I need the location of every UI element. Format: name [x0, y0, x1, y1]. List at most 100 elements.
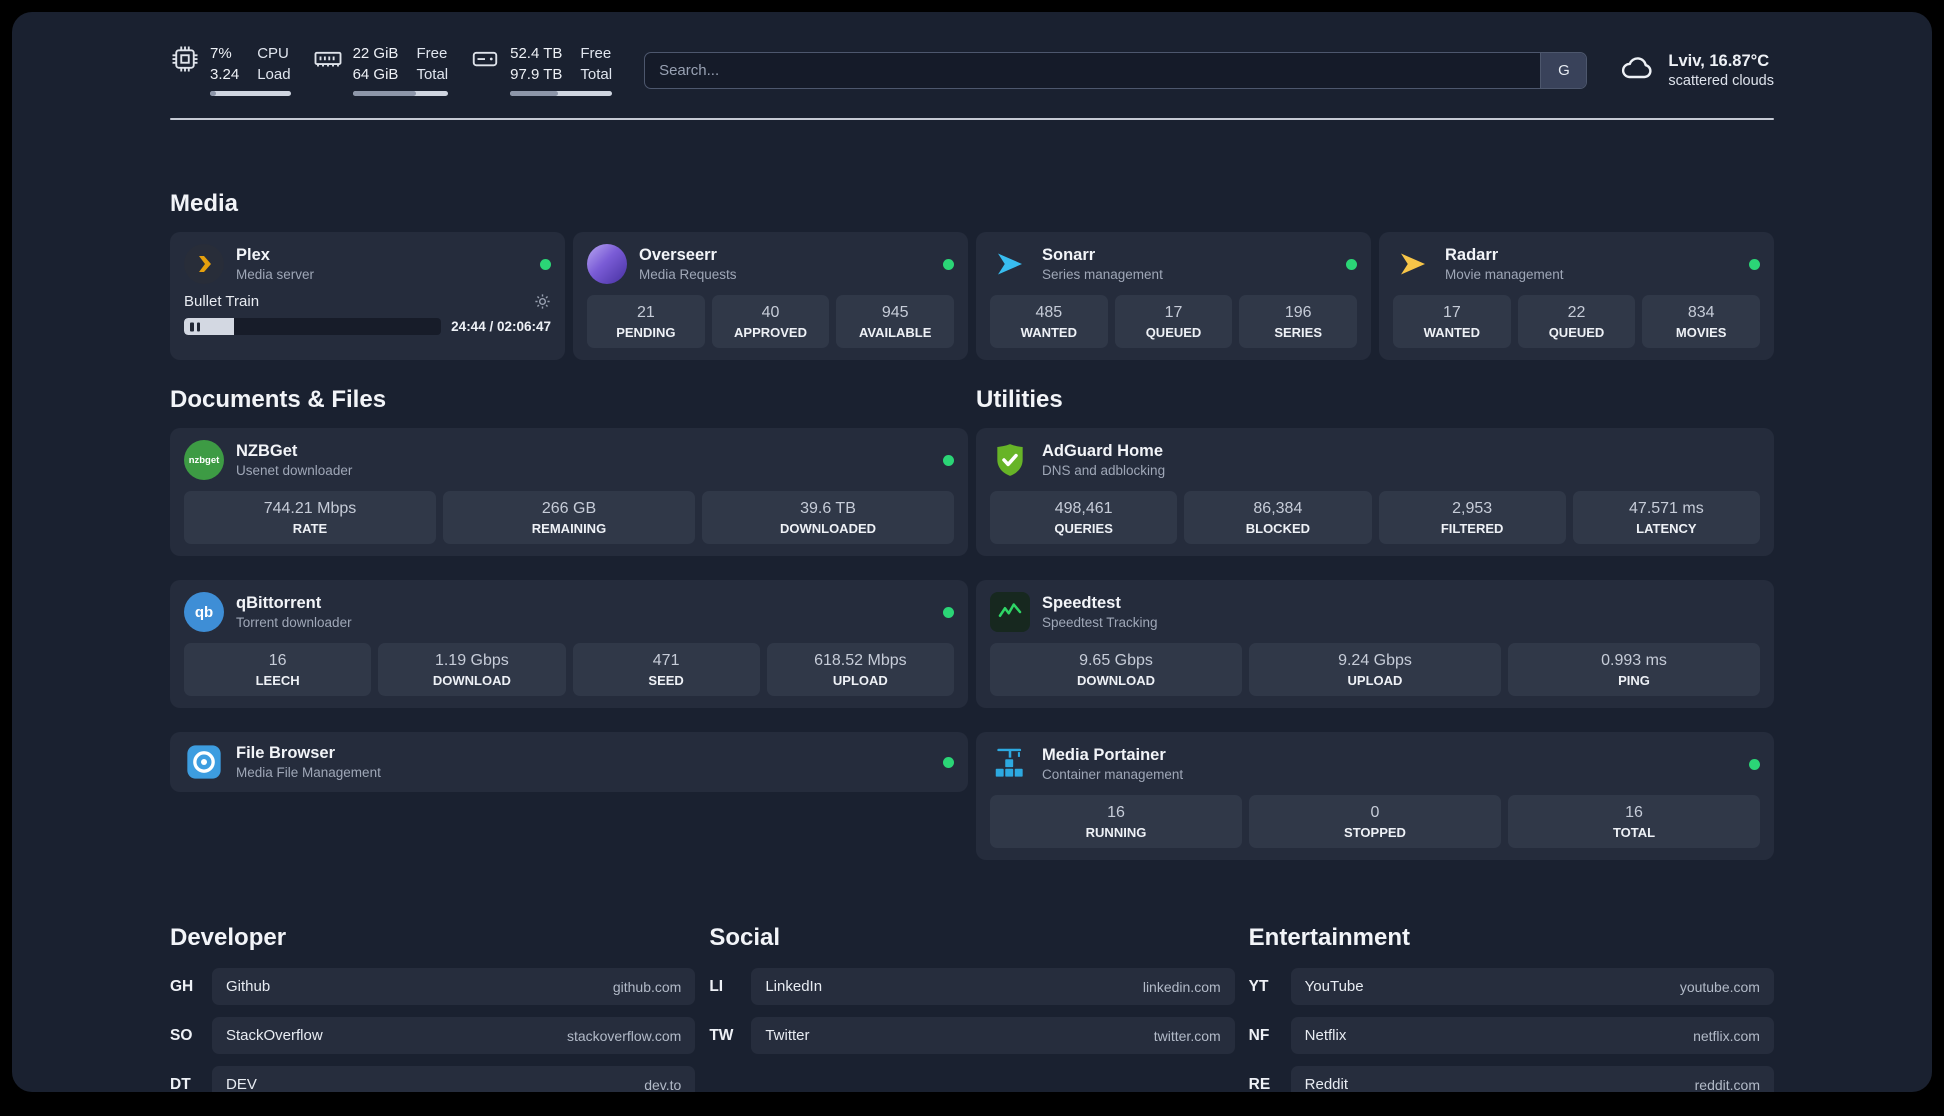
app-name: Media Portainer: [1042, 745, 1166, 764]
weather-location: Lviv, 16.87°C: [1668, 51, 1770, 70]
app-card-nzbget[interactable]: nzbget NZBGet Usenet downloader 744.21 M…: [170, 428, 968, 556]
app-card-sonarr[interactable]: Sonarr Series management 485 WANTED 17 Q…: [976, 232, 1371, 360]
stat-tile-running: 16 RUNNING: [990, 795, 1242, 848]
stat-tile-series: 196 SERIES: [1239, 295, 1358, 348]
stat-tile-latency: 47.571 ms LATENCY: [1572, 491, 1760, 544]
bookmark-code: NF: [1248, 1026, 1270, 1044]
cloud-icon: [1619, 50, 1655, 91]
disk-total-label: Total: [580, 65, 613, 83]
search-input[interactable]: [645, 61, 1541, 79]
section-title-media: Media: [170, 190, 239, 217]
radarr-icon: [1393, 244, 1433, 284]
app-card-speedtest[interactable]: Speedtest Speedtest Tracking 9.65 Gbps D…: [976, 580, 1774, 708]
section-utilities: Utilities AdGuard Home DNS and adblockin…: [976, 386, 1774, 860]
ram-usage-fill: [352, 90, 416, 96]
app-subtitle: Media Requests: [639, 267, 737, 283]
bookmark-dev[interactable]: DEV dev.to: [212, 1066, 696, 1092]
app-card-adguard[interactable]: AdGuard Home DNS and adblocking 498,461 …: [976, 428, 1774, 556]
app-name: NZBGet: [236, 441, 298, 460]
status-dot: [1346, 258, 1357, 270]
stat-tile-queries: 498,461 QUERIES: [990, 491, 1178, 544]
cpu-percent: 7%: [210, 45, 232, 63]
disk-free-value: 52.4 TB: [510, 45, 563, 63]
app-card-plex[interactable]: Plex Media server Bullet Train 24:44 / 0…: [170, 232, 565, 360]
section-media: Media Plex Media server Bullet Train 24:…: [170, 190, 1774, 360]
app-card-filebrowser[interactable]: File Browser Media File Management: [170, 732, 968, 792]
bookmark-github[interactable]: Github github.com: [212, 968, 696, 1005]
stat-tile-downloaded: 39.6 TB DOWNLOADED: [702, 491, 954, 544]
bookmark-group-developer: Developer GH Github github.com SO StackO…: [170, 924, 696, 1093]
bookmark-group-social: Social LI LinkedIn linkedin.com TW Twitt…: [709, 924, 1235, 1066]
speedtest-icon: [990, 592, 1030, 632]
stat-tile-stopped: 0 STOPPED: [1249, 795, 1501, 848]
bookmark-group-entertainment: Entertainment YT YouTube youtube.com NF …: [1249, 924, 1774, 1092]
weather-widget: Lviv, 16.87°C scattered clouds: [1619, 50, 1774, 91]
bookmark-code: YT: [1248, 977, 1269, 995]
stat-tile-wanted: 17 WANTED: [1393, 295, 1511, 348]
stat-tile-rate: 744.21 Mbps RATE: [184, 491, 436, 544]
stat-tile-queued: 22 QUEUED: [1517, 295, 1636, 348]
app-name: Sonarr: [1042, 245, 1096, 264]
ram-icon: [313, 44, 343, 74]
bookmark-stackoverflow[interactable]: StackOverflow stackoverflow.com: [212, 1017, 696, 1054]
bookmark-linkedin[interactable]: LinkedIn linkedin.com: [751, 968, 1235, 1005]
stat-tile-available: 945 AVAILABLE: [836, 295, 955, 348]
system-monitor-group: 7% 3.24 CPU Load 22 GiB 64 GiB Free Tota…: [170, 44, 613, 96]
cpu-load-value: 3.24: [210, 65, 240, 83]
app-card-portainer[interactable]: Media Portainer Container management 16 …: [976, 732, 1774, 860]
search-engine-button[interactable]: G: [1540, 52, 1587, 88]
stat-tile-queued: 17 QUEUED: [1114, 295, 1233, 348]
cpu-label: CPU: [257, 45, 289, 63]
app-subtitle: Torrent downloader: [236, 615, 352, 631]
disk-usage-bar: [510, 90, 613, 96]
gear-icon[interactable]: [534, 293, 551, 310]
status-dot: [943, 454, 954, 466]
ram-total-label: Total: [416, 65, 449, 83]
stat-tile-filtered: 2,953 FILTERED: [1378, 491, 1566, 544]
cpu-monitor: 7% 3.24 CPU Load: [170, 44, 291, 96]
adguard-icon: [990, 440, 1030, 480]
app-card-overseerr[interactable]: Overseerr Media Requests 21 PENDING 40 A…: [573, 232, 968, 360]
disk-free-label: Free: [580, 45, 612, 63]
ram-free-label: Free: [416, 45, 448, 63]
ram-total-value: 64 GiB: [352, 65, 399, 83]
bookmark-netflix[interactable]: Netflix netflix.com: [1290, 1017, 1774, 1054]
disk-icon: [470, 44, 500, 74]
dashboard-panel: 7% 3.24 CPU Load 22 GiB 64 GiB Free Tota…: [12, 12, 1932, 1092]
app-name: File Browser: [236, 743, 336, 762]
bookmark-youtube[interactable]: YouTube youtube.com: [1290, 968, 1774, 1005]
app-name: AdGuard Home: [1042, 441, 1164, 460]
stat-tile-approved: 40 APPROVED: [711, 295, 830, 348]
stat-tile-pending: 21 PENDING: [587, 295, 705, 348]
bookmark-code: RE: [1248, 1075, 1271, 1093]
stat-tile-download: 1.19 Gbps DOWNLOAD: [378, 643, 566, 696]
disk-total-value: 97.9 TB: [510, 65, 563, 83]
app-subtitle: Media server: [236, 267, 315, 283]
app-card-radarr[interactable]: Radarr Movie management 17 WANTED 22 QUE…: [1379, 232, 1774, 360]
bookmark-reddit[interactable]: Reddit reddit.com: [1290, 1066, 1774, 1092]
stat-tile-blocked: 86,384 BLOCKED: [1184, 491, 1372, 544]
app-name: qBittorrent: [236, 593, 322, 612]
stat-tile-ping: 0.993 ms PING: [1508, 643, 1760, 696]
disk-monitor: 52.4 TB 97.9 TB Free Total: [470, 44, 613, 96]
filebrowser-icon: [184, 742, 224, 782]
pause-icon[interactable]: [190, 322, 200, 331]
bookmark-code: SO: [170, 1026, 193, 1044]
cpu-icon: [170, 44, 200, 74]
stat-tile-wanted: 485 WANTED: [990, 295, 1108, 348]
stat-tile-total: 16 TOTAL: [1508, 795, 1760, 848]
ram-monitor: 22 GiB 64 GiB Free Total: [313, 44, 449, 96]
sonarr-icon: [990, 244, 1030, 284]
bookmark-code: DT: [170, 1075, 191, 1093]
search-bar: G: [644, 51, 1588, 89]
stat-tile-movies: 834 MOVIES: [1642, 295, 1761, 348]
playback-progress-bar: [184, 318, 442, 335]
stat-tile-download: 9.65 Gbps DOWNLOAD: [990, 643, 1242, 696]
bookmark-twitter[interactable]: Twitter twitter.com: [751, 1017, 1235, 1054]
section-documents: Documents & Files nzbget NZBGet Usenet d…: [170, 386, 968, 792]
now-playing-title: Bullet Train: [184, 293, 260, 310]
app-card-qbittorrent[interactable]: qb qBittorrent Torrent downloader 16 LEE…: [170, 580, 968, 708]
section-title-social: Social: [709, 924, 781, 951]
app-name: Plex: [236, 245, 270, 264]
app-subtitle: Container management: [1042, 767, 1184, 783]
